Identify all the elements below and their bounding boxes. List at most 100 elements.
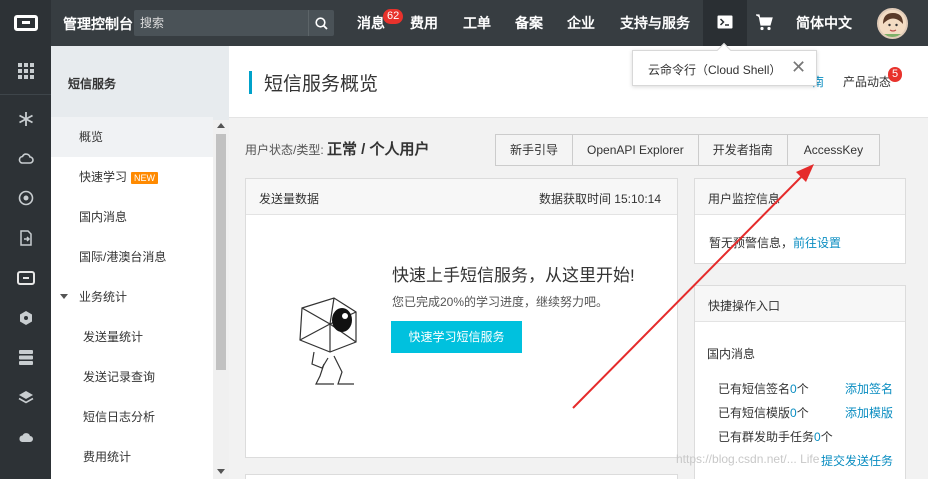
product-news-link[interactable]: 产品动态 [843,73,891,90]
tab-openapi-explorer[interactable]: OpenAPI Explorer [572,135,698,165]
rail-item-layers[interactable] [15,386,37,408]
terminal-icon [717,15,733,29]
sidebar-item-quick-learn[interactable]: 快速学习 NEW [51,157,213,197]
sidebar-header: 短信服务 [51,46,229,120]
sidebar-item-log-analysis[interactable]: 短信日志分析 [51,397,213,437]
language-switch[interactable]: 简体中文 [796,0,852,46]
monitor-card-title: 用户监控信息 [708,192,781,206]
rail-item-network[interactable] [15,108,37,130]
send-volume-card-header: 发送量数据 数据获取时间 15:10:14 [246,179,677,215]
user-avatar[interactable] [877,8,908,39]
export-icon [20,230,32,246]
user-status-label: 用户状态/类型: [245,143,324,157]
send-volume-card: 发送量数据 数据获取时间 15:10:14 快速上手短信服务，从这里开始! 您已… [245,178,678,458]
rail-item-hexagon[interactable] [15,307,37,329]
tab-developer-guide[interactable]: 开发者指南 [697,135,787,165]
search-input[interactable] [134,10,306,36]
logo-icon [13,15,38,31]
title-accent-bar [249,71,252,94]
sidebar-item-send-volume[interactable]: 发送量统计 [51,317,213,357]
cloud-icon [18,153,34,164]
all-products-button[interactable] [15,60,37,82]
quick-actions-title: 快捷操作入口 [708,299,781,313]
nav-support[interactable]: 支持与服务 [620,0,690,46]
database-icon [19,350,33,365]
avatar-icon [879,10,906,37]
rail-item-export[interactable] [15,227,37,249]
nav-tickets[interactable]: 工单 [463,0,491,46]
sidebar-group-statistics[interactable]: 业务统计 [51,277,213,317]
nav-enterprise[interactable]: 企业 [567,0,595,46]
cloud-shell-tooltip: 云命令行（Cloud Shell） ✕ [632,42,817,86]
close-icon[interactable]: ✕ [791,57,806,77]
send-volume-title: 发送量数据 [259,192,320,206]
messages-badge: 62 [383,9,404,24]
target-icon [18,190,34,206]
sidebar-item-fee-stats[interactable]: 费用统计 [51,437,213,477]
tab-accesskey[interactable]: AccessKey [786,135,879,165]
network-icon [19,112,33,126]
watermark: https://blog.csdn.net/... Life [676,452,820,466]
template-count: 已有短信模版0个 [718,406,809,420]
search-button[interactable] [308,10,334,36]
submit-send-task-link[interactable]: 提交发送任务 [821,452,893,469]
rail-item-database[interactable] [15,346,37,368]
sidebar-item-overview[interactable]: 概览 [51,117,213,157]
nav-messages[interactable]: 消息 [357,0,385,46]
caret-down-icon [60,294,68,299]
quick-actions-header: 快捷操作入口 [695,286,905,322]
cart-button[interactable] [755,13,775,33]
top-navigation-bar: 管理控制台 消息 62 费用 工单 备案 企业 支持与服务 简体中文 [0,0,928,46]
scroll-down-icon[interactable] [217,469,225,475]
cloud-shell-button[interactable] [703,0,747,46]
news-badge: 5 [888,67,903,82]
quick-learn-button[interactable]: 快速学习短信服务 [391,321,522,353]
nav-filing[interactable]: 备案 [515,0,543,46]
grid-icon [18,63,34,79]
cloud-gear-icon [19,433,33,442]
data-fetch-time: 数据获取时间 15:10:14 [538,192,661,206]
sidebar-item-send-records[interactable]: 发送记录查询 [51,357,213,397]
aliyun-logo[interactable] [0,0,51,46]
new-badge: NEW [131,171,159,184]
next-card-top [245,474,678,479]
hexagon-icon [20,311,32,325]
signature-count: 已有短信签名0个 [718,382,809,396]
rail-item-target[interactable] [15,187,37,209]
rail-item-cloud-settings[interactable] [15,426,37,448]
scrollbar-thumb[interactable] [216,134,226,370]
quick-section-label: 国内消息 [707,347,756,361]
page-title: 短信服务概览 [264,74,379,95]
sidebar-title: 短信服务 [68,77,117,91]
product-icon-rail [0,46,51,479]
resource-button-group: 新手引导 OpenAPI Explorer 开发者指南 AccessKey [495,134,881,166]
console-title[interactable]: 管理控制台 [63,14,133,34]
sidebar-scrollbar[interactable] [213,120,229,479]
search-box [134,10,334,36]
quick-actions-card: 快捷操作入口 国内消息 已有短信签名0个 添加签名 已有短信模版0个 添加模版 … [694,285,906,479]
cloud-shell-tooltip-text: 云命令行（Cloud Shell） [648,63,782,77]
add-template-link[interactable]: 添加模版 [845,404,893,421]
bulk-task-count: 已有群发助手任务0个 [718,430,833,444]
layers-icon [18,391,34,404]
nav-fees[interactable]: 费用 [410,0,438,46]
sidebar-item-international[interactable]: 国际/港澳台消息 [51,237,213,277]
robot-illustration [299,297,357,385]
main-content: 短信服务概览 南 产品动态 5 用户状态/类型: 正常 / 个人用户 新手引导 … [229,46,928,479]
monitor-settings-link[interactable]: 前往设置 [793,236,841,250]
search-icon [315,16,328,30]
rail-item-console[interactable] [15,267,37,289]
hero-subtitle: 您已完成20%的学习进度，继续努力吧。 [392,295,609,309]
rail-divider [0,94,51,95]
tab-beginner-guide[interactable]: 新手引导 [496,135,572,165]
user-status: 用户状态/类型: 正常 / 个人用户 [245,138,430,159]
user-status-value: 正常 / 个人用户 [327,141,430,158]
sidebar-item-domestic[interactable]: 国内消息 [51,197,213,237]
page-header: 短信服务概览 南 产品动态 5 [229,46,928,118]
add-signature-link[interactable]: 添加签名 [845,380,893,397]
scroll-up-icon[interactable] [217,123,225,129]
cart-icon [756,14,773,31]
service-sidebar: 短信服务 概览 快速学习 NEW 国内消息 国际/港澳台消息 业务统计 发送量统计… [51,46,229,479]
rail-item-cloud[interactable] [15,147,37,169]
monitor-status: 暂无预警信息，前往设置 [709,236,842,250]
